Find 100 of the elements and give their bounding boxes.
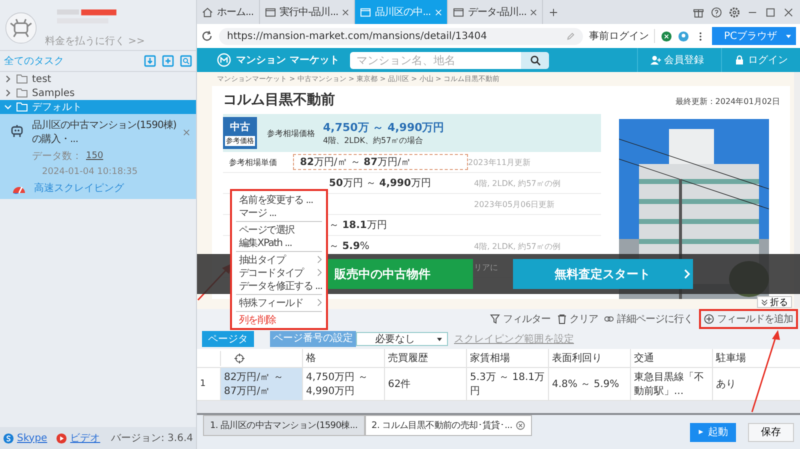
search-icon[interactable] [180, 55, 192, 67]
task-title: 品川区の中古マンション(1590棟)の購入・... [32, 118, 178, 146]
row-label: 参考相場単価 [229, 158, 277, 166]
add-icon[interactable] [162, 55, 174, 67]
caret-icon[interactable] [785, 34, 792, 38]
row-value: 82万円/㎡ ～ 87万円/㎡ [300, 156, 411, 169]
column-header[interactable]: 格 [306, 351, 316, 365]
page-icon [360, 6, 372, 18]
close-icon[interactable] [516, 421, 526, 430]
footer-link[interactable]: Skype [17, 432, 48, 444]
row-note: リアに [474, 262, 498, 272]
data-count-link[interactable]: 150 [86, 151, 104, 161]
chevron-icon [317, 298, 322, 307]
toolbar-action[interactable]: 詳細ページに行く [604, 312, 693, 326]
tab-label: ホーム... [217, 6, 254, 19]
page-icon [452, 6, 464, 18]
table-cell: 5.3万 ～ 18.1万円 [466, 368, 548, 400]
robot-avatar-icon [5, 12, 37, 44]
version-label: バージョン: 3.6.4 [111, 432, 193, 445]
folder-item[interactable]: test [0, 72, 196, 86]
tab-label: 実行中-品川... [280, 6, 338, 19]
tab-label: データ-品川... [468, 6, 526, 19]
video-icon[interactable] [56, 432, 68, 444]
folder-icon [16, 102, 28, 112]
target-icon[interactable] [234, 352, 245, 364]
caret-icon [436, 336, 443, 342]
column-header[interactable]: 表面利回り [552, 351, 602, 365]
robot-icon [10, 124, 24, 138]
row-value: ～ 18.1万円 [329, 219, 387, 232]
row-note: 4階, 2LDK, 約57㎡の例 [474, 178, 560, 188]
folder-icon [16, 74, 28, 84]
task-card[interactable]: 品川区の中古マンション(1590棟)の購入・... データ数： 150 2024-01-04 10:18:35 高速スクレイピング [0, 114, 196, 199]
home-icon [202, 6, 213, 18]
close-icon[interactable] [183, 128, 190, 136]
row-value: 50万円 ～ 4,990万円 [329, 177, 431, 190]
property-title: コルム目黒不動前 [223, 91, 335, 110]
table-cell: 東急目黒線「不動前駅」... [630, 368, 712, 400]
import-icon[interactable] [144, 55, 156, 67]
row-note: 4階, 2LDK, 約57㎡の例 [474, 242, 560, 250]
x-circle-icon[interactable] [660, 30, 672, 42]
toolbar-action[interactable]: フィルター [490, 312, 550, 326]
column-header[interactable]: 交通 [634, 351, 654, 365]
table-cell: 4,750万円 ～ 4,990万円 [302, 368, 384, 400]
table-cell: あり [712, 368, 794, 400]
menu-item[interactable]: マージ ... [236, 206, 322, 219]
search-button[interactable] [521, 52, 550, 68]
toolbar-action[interactable]: クリア [556, 312, 598, 326]
toolbar-action[interactable]: フィールドを追加 [704, 312, 793, 326]
badge-label: 中古 [230, 120, 250, 134]
last-updated: 最終更新：2024年01月02日 [675, 96, 780, 107]
menu-item[interactable]: 抽出タイプ [236, 251, 322, 266]
footer-link[interactable]: ビデオ [70, 431, 100, 445]
maximize-icon[interactable] [765, 6, 776, 18]
row-value: ～ 5.9% [329, 240, 370, 253]
column-header[interactable]: 家賃相場 [470, 351, 510, 365]
menu-item[interactable]: 特殊フィールド [236, 294, 322, 309]
menu-item[interactable]: ページで選択 [236, 221, 322, 236]
folder-item[interactable]: Samples [0, 86, 196, 100]
row-number: 1 [199, 378, 207, 391]
task-time: 2024-01-04 10:18:35 [42, 167, 138, 177]
search-icon [530, 54, 541, 66]
task-tab[interactable]: 1. 品川区の中古マンション(1590棟... [203, 415, 365, 436]
settings-icon[interactable] [729, 6, 740, 18]
skype-icon[interactable] [3, 432, 14, 444]
price-range: 4,750万 ～ 4,990万円 [323, 120, 444, 135]
close-icon[interactable] [783, 6, 794, 18]
folder-icon [16, 88, 28, 98]
lock-icon [734, 55, 745, 65]
price-label: 参考相場価格 [267, 128, 315, 138]
tab-label: 品川区の中... [375, 6, 431, 19]
help-icon[interactable] [711, 6, 722, 18]
menu-item[interactable]: 編集XPath ... [236, 236, 322, 249]
new-tab-icon[interactable] [549, 8, 558, 16]
close-icon[interactable] [342, 8, 350, 16]
section-title: 全てのタスク [4, 55, 64, 68]
address-field[interactable]: https://mansion-market.com/mansions/detail/13404 [219, 28, 583, 44]
page-icon [264, 6, 276, 18]
scraping-mode-label: 高速スクレイピング [34, 182, 124, 195]
collapse-button[interactable]: 折る [757, 296, 792, 308]
table-cell: 62件 [384, 368, 466, 400]
row-note: 2023年05月06日更新 [474, 200, 555, 208]
save-button[interactable]: 保存 [748, 422, 794, 442]
price-note: 4階、2LDK、約57㎡の場合 [323, 135, 424, 146]
pre-login-link[interactable]: 事前ログイン [588, 29, 655, 43]
trash-icon [556, 314, 566, 324]
add-icon [704, 314, 714, 324]
close-icon[interactable] [530, 8, 538, 16]
task-tab[interactable]: 2. コルム目黒不動前の売却･賃貸･... [364, 415, 532, 436]
column-header[interactable]: 売買履歴 [388, 351, 428, 365]
column-header[interactable]: 駐車場 [716, 351, 746, 365]
gift-icon[interactable] [693, 6, 704, 18]
play-icon [698, 429, 704, 435]
link-icon [604, 314, 614, 324]
double-chevron-icon [761, 298, 768, 306]
data-count-label: データ数： [32, 150, 82, 163]
menu-item[interactable]: 名前を変更する ... [236, 193, 322, 206]
menu-item[interactable]: 列を削除 [236, 311, 322, 326]
add-user-icon [650, 55, 661, 65]
page-select[interactable]: 必要なし [356, 332, 448, 346]
reload-icon[interactable] [201, 30, 213, 42]
